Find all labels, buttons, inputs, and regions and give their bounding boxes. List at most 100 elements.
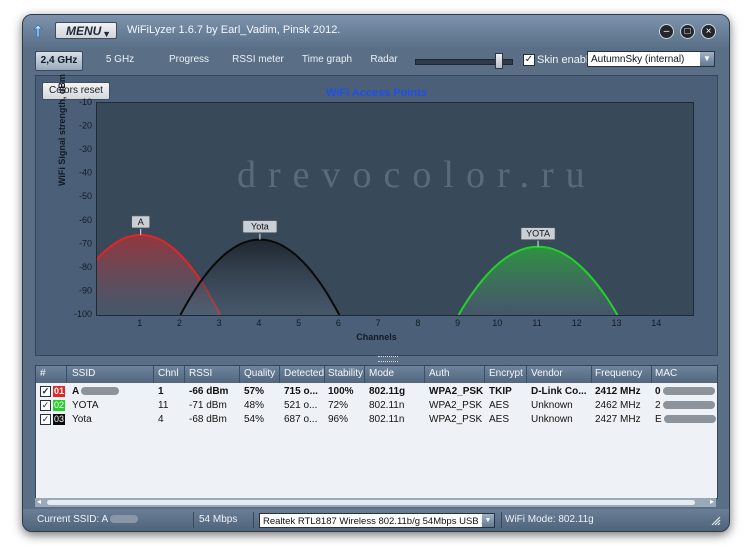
column-header-mode[interactable]: Mode [369, 368, 394, 379]
x-axis-label: Channels [356, 332, 397, 342]
redacted-blur [110, 515, 139, 524]
cell-auth: WPA2_PSK [429, 400, 483, 411]
column-header-ssid[interactable]: SSID [72, 368, 95, 379]
panel-splitter[interactable] [378, 356, 398, 362]
adapter-select[interactable]: Realtek RTL8187 Wireless 802.11b/g 54Mbp… [259, 513, 495, 528]
row-checkbox[interactable]: ✓ [40, 400, 51, 411]
cell-mode: 802.11g [369, 386, 406, 397]
cell-rssi: -68 dBm [189, 414, 227, 425]
cell-encrypt: TKIP [489, 386, 512, 397]
chevron-down-icon[interactable]: ▼ [700, 52, 714, 66]
close-icon[interactable]: × [701, 24, 716, 39]
restore-icon[interactable]: □ [680, 24, 695, 39]
x-tick-label: 7 [376, 318, 381, 328]
cell-mode: 802.11n [369, 414, 405, 425]
cell-frequency: 2462 MHz [595, 400, 641, 411]
cell-stability: 96% [328, 414, 349, 425]
tab-time-graph[interactable]: Time graph [297, 51, 357, 69]
chart-panel: Colors reset WiFi Access Points WiFi Sig… [35, 74, 718, 356]
x-tick-label: 9 [455, 318, 460, 328]
skin-select[interactable]: AutumnSky (internal) ▼ [587, 51, 715, 67]
y-tick-label: -90 [79, 285, 92, 295]
window-title: WiFiLyzer 1.6.7 by Earl_Vadim, Pinsk 201… [127, 24, 341, 36]
wifi-mode-text: WiFi Mode: 802.11g [505, 514, 594, 525]
resize-grip-icon[interactable] [711, 516, 721, 526]
x-tick-label: 12 [572, 318, 582, 328]
chart-title: WiFi Access Points [326, 87, 427, 99]
scroll-right-icon[interactable]: ▸ [710, 497, 714, 506]
slider-thumb[interactable] [495, 53, 503, 69]
x-tick-label: 2 [177, 318, 182, 328]
cell-vendor: D-Link Co... [531, 386, 587, 397]
cell-mode: 802.11n [369, 400, 405, 411]
tab-2-4ghz[interactable]: 2,4 GHz [35, 51, 83, 71]
ssid-label: YOTA [526, 229, 550, 239]
cell-frequency: 2427 MHz [595, 414, 641, 425]
cell-auth: WPA2_PSK [429, 414, 483, 425]
y-tick-label: -20 [79, 121, 92, 131]
redacted-blur [663, 415, 716, 424]
cell-quality: 57% [244, 386, 265, 397]
row-checkbox[interactable]: ✓ [40, 386, 51, 397]
cell-quality: 54% [244, 414, 265, 425]
adapter-select-value: Realtek RTL8187 Wireless 802.11b/g 54Mbp… [263, 516, 495, 527]
wifi-app-icon [33, 24, 43, 38]
skin-enable-label: Skin enable [537, 54, 595, 66]
cell-rssi: -71 dBm [189, 400, 227, 411]
cell-mac: E [655, 414, 716, 425]
cell-frequency: 2412 MHz [595, 386, 641, 397]
minimize-icon[interactable]: – [659, 24, 674, 39]
x-tick-label: 10 [492, 318, 502, 328]
column-header-stability[interactable]: Stability [328, 368, 363, 379]
column-header-num[interactable]: # [40, 368, 46, 379]
cell-stability: 72% [328, 400, 349, 411]
redacted-blur [662, 401, 715, 410]
y-tick-label: -80 [79, 262, 92, 272]
chevron-down-icon: ▼ [102, 29, 111, 39]
column-header-mac[interactable]: MAC [655, 368, 677, 379]
y-tick-label: -40 [79, 168, 92, 178]
x-tick-label: 1 [137, 318, 142, 328]
tab-radar[interactable]: Radar [363, 51, 405, 69]
tab-rssi-meter[interactable]: RSSI meter [227, 51, 289, 69]
table-header: # SSID Chnl RSSI Quality Detected Stabil… [36, 366, 717, 383]
row-checkbox[interactable]: ✓ [40, 414, 51, 425]
x-tick-label: 11 [532, 318, 541, 328]
column-header-rssi[interactable]: RSSI [189, 368, 212, 379]
ssid-label: A [138, 217, 144, 227]
row-color-index: 01 [53, 386, 65, 397]
column-header-quality[interactable]: Quality [244, 368, 275, 379]
chevron-down-icon[interactable]: ▼ [482, 514, 494, 527]
status-bar: Current SSID: A 54 Mbps Realtek RTL8187 … [23, 509, 729, 531]
y-tick-label: -50 [79, 191, 92, 201]
cell-chnl: 11 [158, 400, 169, 411]
skin-select-value: AutumnSky (internal) [591, 54, 685, 65]
scroll-left-icon[interactable]: ◂ [37, 497, 41, 506]
redacted-blur [662, 387, 715, 396]
tab-progress[interactable]: Progress [161, 51, 217, 69]
column-header-frequency[interactable]: Frequency [595, 368, 642, 379]
table-row[interactable]: ✓ 01 A 1 -66 dBm 57% 715 o... 100% 802.1… [36, 385, 717, 398]
x-tick-label: 8 [415, 318, 420, 328]
cell-detected: 521 o... [284, 400, 318, 411]
table-row[interactable]: ✓ 02 YOTA 11 -71 dBm 48% 521 o... 72% 80… [36, 399, 717, 412]
skin-enable-checkbox[interactable]: ✓ [523, 54, 535, 66]
horizontal-scrollbar[interactable]: ◂ ▸ [35, 497, 716, 507]
column-header-vendor[interactable]: Vendor [531, 368, 563, 379]
tab-5ghz[interactable]: 5 GHz [95, 51, 145, 69]
menu-button[interactable]: MENU ▼ [55, 22, 117, 39]
x-tick-label: 5 [296, 318, 301, 328]
column-header-detected[interactable]: Detected [284, 368, 324, 379]
x-tick-label: 13 [611, 318, 621, 328]
table-row[interactable]: ✓ 03 Yota 4 -68 dBm 54% 687 o... 96% 802… [36, 413, 717, 426]
column-header-chnl[interactable]: Chnl [158, 368, 179, 379]
ap-table: # SSID Chnl RSSI Quality Detected Stabil… [35, 365, 718, 499]
row-color-index: 02 [53, 400, 65, 411]
x-tick-label: 6 [336, 318, 341, 328]
cell-vendor: Unknown [531, 400, 573, 411]
column-header-auth[interactable]: Auth [429, 368, 450, 379]
column-header-encrypt[interactable]: Encrypt [489, 368, 523, 379]
cell-detected: 715 o... [284, 386, 318, 397]
scrollbar-thumb[interactable] [47, 500, 695, 505]
x-tick-label: 14 [651, 318, 661, 328]
